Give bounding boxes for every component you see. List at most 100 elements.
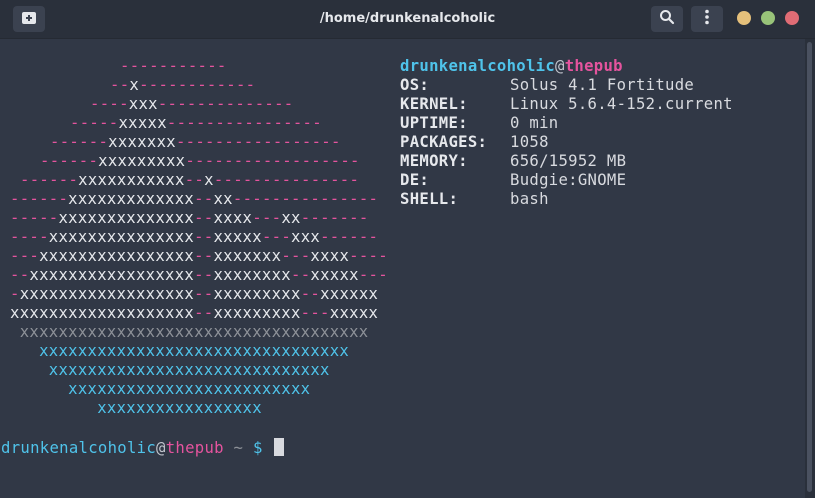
ascii-logo-segment: xxxxxxxxxxxxxxxxxx [19, 285, 195, 303]
ascii-logo-segment: x [129, 76, 140, 94]
ascii-logo-line: -----xxxxx---------------- [70, 114, 322, 133]
text-cursor [274, 438, 285, 456]
ascii-logo-segment: -- [110, 76, 130, 94]
info-value: 0 min [510, 114, 559, 132]
ascii-logo-line: xxxxxxxxxxxxxxxxxxxxxxxxx [10, 380, 310, 399]
ascii-logo-segment: ---- [10, 228, 49, 246]
info-row: MEMORY: 656/15952 MB [400, 152, 626, 171]
ascii-logo-line: ------xxxxxxx----------------- [50, 133, 341, 152]
ascii-logo-segment: --- [281, 247, 311, 265]
ascii-logo-segment: --------------- [213, 171, 360, 189]
ascii-logo-line: xxxxxxxxxxxxxxxxxxxxxxxxxxxxxxxxxxxx [10, 323, 368, 342]
ascii-logo-segment: ----------------- [175, 133, 341, 151]
ascii-logo-segment: ------- [300, 209, 369, 227]
info-value: 1058 [510, 133, 549, 151]
search-button[interactable] [651, 6, 683, 32]
ascii-logo-segment: -- [194, 266, 214, 284]
prompt-path: ~ [223, 439, 253, 457]
ascii-logo-segment: xxxxxxxxx [213, 304, 301, 322]
ascii-logo-segment: ------ [40, 152, 99, 170]
ascii-logo-segment: --------------- [232, 190, 379, 208]
ascii-logo-segment: xxxxxxxxxxxxxxx [48, 228, 195, 246]
info-key: UPTIME: [400, 114, 468, 132]
scrollbar-thumb[interactable] [807, 42, 812, 492]
ascii-logo-segment: - [10, 285, 20, 303]
ascii-logo-segment: xxxxxxxxx [213, 285, 301, 303]
info-header: drunkenalcoholic@thepub [400, 57, 623, 76]
ascii-logo-segment: ----- [10, 209, 59, 227]
scrollbar[interactable] [805, 39, 815, 498]
ascii-logo-line: ----xxxxxxxxxxxxxxx--xxxxx---xxx------ [10, 228, 378, 247]
info-key: KERNEL: [400, 95, 468, 113]
ascii-logo-segment: -- [194, 285, 214, 303]
info-row: OS: Solus 4.1 Fortitude [400, 76, 694, 95]
shell-prompt[interactable]: drunkenalcoholic@thepub ~ $ [1, 438, 285, 458]
ascii-logo-line: ----xxx-------------- [90, 95, 293, 114]
info-value: bash [510, 190, 549, 208]
ascii-logo-segment: xxxxxxxxxxxxxxxxx [10, 399, 262, 417]
search-icon [659, 9, 675, 29]
ascii-logo-segment: -- [194, 209, 214, 227]
ascii-logo-segment: -- [194, 304, 214, 322]
ascii-logo-segment: -- [184, 171, 205, 189]
ascii-logo-segment: ------ [50, 133, 109, 151]
info-key: SHELL: [400, 190, 459, 208]
ascii-logo-segment: ------ [20, 171, 79, 189]
ascii-logo-segment: xxxxxxxxxxxxxxxxxxxxxxxxxxxxxxxxxxxx [10, 323, 369, 341]
info-value: Budgie:GNOME [510, 171, 627, 189]
ascii-logo-segment: -- [194, 247, 214, 265]
ascii-logo-segment: x [204, 171, 214, 189]
info-value: Linux 5.6.4-152.current [510, 95, 733, 113]
ascii-logo-segment: xxxx [310, 247, 350, 265]
ascii-logo-segment: xx [281, 209, 301, 227]
maximize-button[interactable] [761, 11, 775, 25]
ascii-logo-line: xxxxxxxxxxxxxxxxxxxxxxxxxxxxx [10, 361, 330, 380]
ascii-logo-segment: ---------------- [166, 114, 322, 132]
ascii-logo-segment: ------------------ [185, 152, 360, 170]
ascii-logo-line: --x------------ [110, 76, 255, 95]
ascii-logo-segment: -- [194, 190, 214, 208]
info-row: PACKAGES: 1058 [400, 133, 549, 152]
ascii-logo-segment: xxxxxxxxxxxxxxxxx [29, 266, 195, 284]
ascii-logo-segment: xxxxxxxxxxxxx [68, 190, 195, 208]
info-row: DE: Budgie:GNOME [400, 171, 626, 190]
ascii-logo-segment: xxxxxxxxxxxxxxxxxxxxxxxxxxxxxxxx [10, 342, 350, 360]
info-row: SHELL: bash [400, 190, 549, 209]
ascii-logo-line: ---xxxxxxxxxxxxxxxx--xxxxxxx---xxxx---- [10, 247, 388, 266]
title-bar: /home/drunkenalcoholic [0, 0, 815, 39]
prompt-host: thepub [165, 439, 224, 457]
ascii-logo-line: ------xxxxxxxxx------------------ [40, 152, 360, 171]
ascii-logo-segment: xxxxxxxxxxxxxxxxxxx [10, 304, 195, 322]
ascii-logo-segment: ------ [10, 190, 69, 208]
ascii-logo-line: xxxxxxxxxxxxxxxxxxxxxxxxxxxxxxxx [10, 342, 349, 361]
minimize-button[interactable] [737, 11, 751, 25]
ascii-logo-line: --xxxxxxxxxxxxxxxxx--xxxxxxxx--xxxxx--- [10, 266, 388, 285]
info-host: thepub [564, 57, 623, 75]
ascii-logo-line: ------xxxxxxxxxxxxx--xx--------------- [10, 190, 378, 209]
prompt-user: drunkenalcoholic [1, 439, 157, 457]
ascii-logo-segment: xxx [128, 95, 158, 113]
ascii-logo-segment: xxx [291, 228, 321, 246]
info-key: OS: [400, 76, 430, 94]
info-at: @ [555, 57, 565, 75]
kebab-menu-icon [704, 9, 710, 29]
info-row: UPTIME: 0 min [400, 114, 558, 133]
ascii-logo-segment: xxxxxxxxxxxxxxxxxxxxxxxxxxxxx [10, 361, 330, 379]
close-button[interactable] [785, 11, 799, 25]
info-key: DE: [400, 171, 430, 189]
ascii-logo-segment: xxxxx [118, 114, 167, 132]
ascii-logo-segment: xxxxx [329, 304, 379, 322]
ascii-logo-segment: xxxxxxxxx [98, 152, 186, 170]
ascii-logo-segment: -- [194, 228, 214, 246]
terminal-output[interactable]: ----------- --x------------ ----xxx-------… [0, 39, 805, 498]
menu-button[interactable] [691, 6, 723, 32]
ascii-logo-segment: ----- [70, 114, 119, 132]
ascii-logo-segment: --- [261, 228, 292, 246]
ascii-logo-segment: xxxxxxx [213, 247, 282, 265]
ascii-logo-segment: xxxxxxxxxxx [78, 171, 185, 189]
ascii-logo-segment: xxxxxxxx [213, 266, 291, 284]
ascii-logo-line: xxxxxxxxxxxxxxxxx [10, 399, 262, 418]
ascii-logo-segment: --- [300, 304, 330, 322]
ascii-logo-segment: --- [358, 266, 388, 284]
ascii-logo-segment: xxxxxxxxxxxxxxxx [39, 247, 195, 265]
